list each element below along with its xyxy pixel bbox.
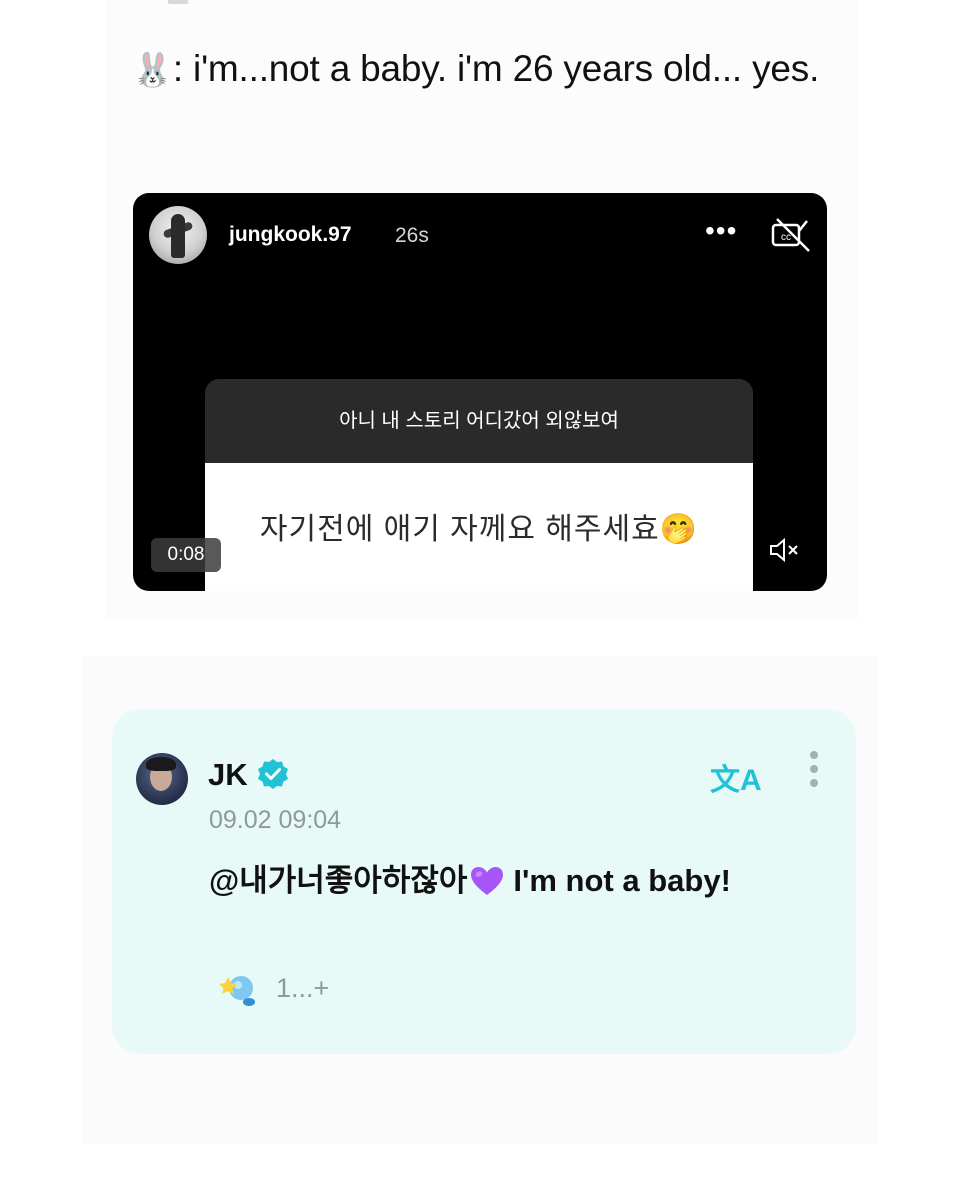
more-icon[interactable]: •••	[705, 215, 737, 247]
caption-text: : i'm...not a baby. i'm 26 years old... …	[172, 48, 820, 89]
author-name[interactable]: JK	[208, 757, 248, 793]
post-caption: 🐰: i'm...not a baby. i'm 26 years old...…	[132, 38, 832, 101]
question-prompt: 아니 내 스토리 어디갔어 외않보여	[205, 379, 753, 463]
svg-text:cc: cc	[781, 232, 791, 243]
mention-text[interactable]: @내가너좋아하잖아	[209, 863, 467, 898]
reaction-icon[interactable]	[216, 971, 258, 1007]
verified-badge-icon	[258, 759, 288, 789]
comment-card: JK 文A 09.02 09:04 @내가너좋아하잖아 I'm not a bab…	[112, 709, 856, 1054]
mute-icon[interactable]	[767, 533, 803, 567]
question-answer: 자기전에 애기 자께요 해주세효🤭	[205, 463, 753, 591]
rabbit-emoji-icon: 🐰	[132, 51, 173, 88]
story-video[interactable]: jungkook.97 26s ••• cc 아니 내 스토리 어디갔어 외않보…	[133, 193, 827, 591]
captions-off-icon[interactable]: cc	[767, 215, 817, 255]
story-avatar[interactable]	[149, 206, 207, 264]
page: 🐰: i'm...not a baby. i'm 26 years old...…	[0, 0, 960, 1200]
author-avatar[interactable]	[136, 753, 188, 805]
cropped-element	[168, 0, 188, 4]
purple-heart-icon	[471, 867, 504, 895]
reaction-count[interactable]: 1...+	[276, 973, 329, 1004]
story-time-ago: 26s	[395, 224, 429, 247]
message-text: I'm not a baby!	[513, 863, 731, 898]
comment-message: @내가너좋아하잖아 I'm not a baby!	[209, 855, 731, 900]
story-username[interactable]: jungkook.97	[229, 223, 352, 247]
comment-timestamp: 09.02 09:04	[209, 806, 342, 834]
question-sticker: 아니 내 스토리 어디갔어 외않보여 자기전에 애기 자께요 해주세효🤭	[205, 379, 753, 591]
kebab-menu-icon[interactable]	[808, 751, 820, 795]
video-timestamp: 0:08	[151, 538, 221, 572]
translate-icon[interactable]: 文A	[710, 755, 762, 799]
